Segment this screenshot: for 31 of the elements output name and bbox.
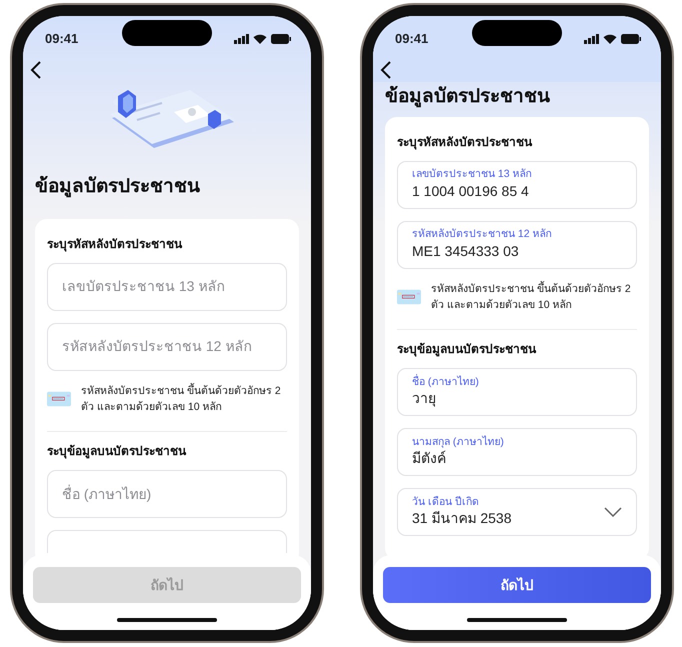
- field-label: ชื่อ (ภาษาไทย): [412, 376, 480, 388]
- field-label: นามสกุล (ภาษาไทย): [412, 436, 505, 448]
- wifi-icon: [253, 34, 267, 44]
- input-field[interactable]: ชื่อ (ภาษาไทย) วายุ: [397, 368, 637, 416]
- chevron-down-icon[interactable]: [604, 507, 622, 518]
- input-field[interactable]: นามสกุล (ภาษาไทย) มีตังค์: [397, 428, 637, 476]
- back-icon[interactable]: [379, 60, 393, 79]
- section-heading: ระบุรหัสหลังบัตรประชาชน: [47, 236, 184, 253]
- page-title: ข้อมูลบัตรประชาชน: [34, 176, 201, 199]
- battery-icon: [271, 34, 291, 44]
- field-label: วัน เดือน ปีเกิด: [412, 496, 480, 508]
- section-heading: ระบุข้อมูลบนบัตรประชาชน: [47, 443, 188, 460]
- input-field[interactable]: วัน เดือน ปีเกิด 31 มีนาคม 2538: [397, 488, 637, 536]
- next-button[interactable]: ถัดไป: [383, 567, 651, 603]
- section-heading: ระบุรหัสหลังบัตรประชาชน: [397, 134, 534, 151]
- signal-icon: [234, 34, 249, 44]
- input-field[interactable]: [47, 530, 287, 554]
- back-icon[interactable]: [29, 60, 43, 79]
- field-label: เลขบัตรประชาชน 13 หลัก: [412, 168, 533, 181]
- signal-icon: [584, 34, 599, 44]
- field-label: รหัสหลังบัตรประชาชน 12 หลัก: [412, 228, 553, 241]
- battery-icon: [621, 34, 641, 44]
- input-field[interactable]: รหัสหลังบัตรประชาชน 12 หลัก ME1 3454333 03: [397, 220, 637, 269]
- input-field[interactable]: เลขบัตรประชาชน 13 หลัก 1 1004 00196 85 4: [397, 160, 637, 209]
- section-heading: ระบุข้อมูลบนบัตรประชาชน: [397, 341, 538, 358]
- hint-text: รหัสหลังบัตรประชาชน ขึ้นต้นด้วยตัวอักษร 2 ตัว และตามด้วยตัวเลข 10 หลัก: [431, 280, 632, 314]
- status-time: 09:41: [45, 30, 78, 48]
- page-title: ข้อมูลบัตรประชาชน: [384, 86, 551, 109]
- wifi-icon: [603, 34, 617, 44]
- status-time: 09:41: [395, 30, 428, 48]
- hint-text: รหัสหลังบัตรประชาชน ขึ้นต้นด้วยตัวอักษร 2 ตัว และตามด้วยตัวเลข 10 หลัก: [81, 382, 282, 416]
